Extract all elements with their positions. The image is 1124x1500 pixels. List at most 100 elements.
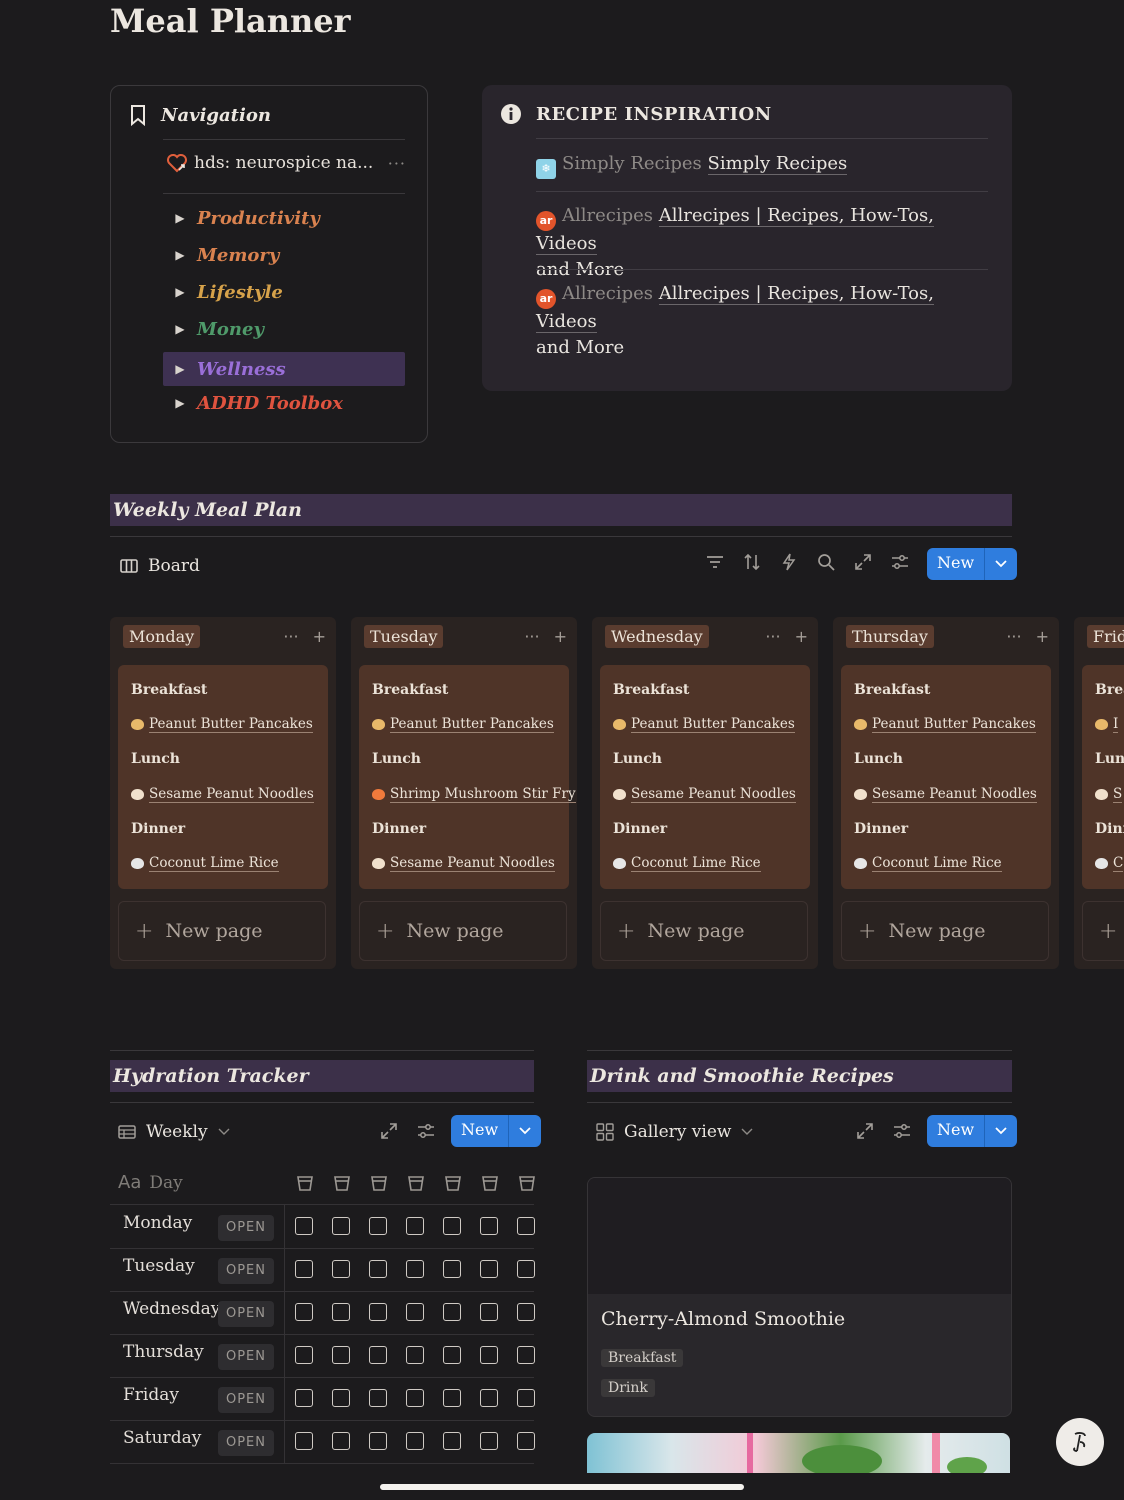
checkbox[interactable]: [406, 1389, 424, 1407]
bookmark-simply-recipes[interactable]: ❄ Simply Recipes Simply Recipes: [536, 151, 966, 179]
open-button[interactable]: OPEN: [218, 1387, 274, 1413]
nav-item-wellness[interactable]: ▶ Wellness: [163, 352, 405, 386]
checkbox[interactable]: [443, 1260, 461, 1278]
checkbox[interactable]: [369, 1303, 387, 1321]
expand-icon[interactable]: [380, 1122, 398, 1140]
checkbox[interactable]: [295, 1217, 313, 1235]
nav-item-memory[interactable]: ▶ Memory: [163, 238, 405, 272]
open-button[interactable]: OPEN: [218, 1430, 274, 1456]
more-options-icon[interactable]: ···: [388, 154, 406, 173]
checkbox[interactable]: [517, 1389, 535, 1407]
plus-icon[interactable]: +: [554, 627, 567, 646]
new-page-button[interactable]: + New page: [118, 901, 326, 961]
new-page-button[interactable]: + New page: [359, 901, 567, 961]
chevron-down-icon[interactable]: [984, 1115, 1017, 1147]
plus-icon[interactable]: +: [313, 627, 326, 646]
view-tab-board[interactable]: Board: [120, 556, 200, 576]
checkbox[interactable]: [480, 1432, 498, 1450]
more-options-icon[interactable]: ···: [524, 627, 539, 646]
checkbox[interactable]: [295, 1389, 313, 1407]
new-page-button[interactable]: + New page: [600, 901, 808, 961]
expand-icon[interactable]: [856, 1122, 874, 1140]
checkbox[interactable]: [332, 1217, 350, 1235]
checkbox[interactable]: [480, 1217, 498, 1235]
checkbox[interactable]: [369, 1389, 387, 1407]
checkbox[interactable]: [369, 1432, 387, 1450]
checkbox[interactable]: [332, 1346, 350, 1364]
checkbox[interactable]: [295, 1346, 313, 1364]
dish-link[interactable]: Sesame Peanut Noodles: [854, 786, 1037, 803]
dish-link[interactable]: Peanut Butter Pancakes: [131, 716, 313, 733]
dish-link[interactable]: Coconut Lime Rice: [854, 855, 1002, 872]
nav-item-productivity[interactable]: ▶ Productivity: [163, 201, 405, 235]
search-icon[interactable]: [817, 553, 835, 571]
dish-link[interactable]: Shrimp Mushroom Stir Fry: [372, 786, 576, 803]
dish-link[interactable]: Sesame Peanut Noodles: [131, 786, 314, 803]
triangle-right-icon[interactable]: ▶: [163, 248, 197, 262]
nav-item-lifestyle[interactable]: ▶ Lifestyle: [163, 275, 405, 309]
checkbox[interactable]: [443, 1389, 461, 1407]
more-options-icon[interactable]: ···: [765, 627, 780, 646]
filter-icon[interactable]: [706, 553, 724, 571]
checkbox[interactable]: [517, 1217, 535, 1235]
checkbox[interactable]: [517, 1260, 535, 1278]
table-row[interactable]: Monday OPEN: [110, 1205, 535, 1249]
new-button[interactable]: New: [451, 1115, 542, 1147]
meal-card[interactable]: Brea I Lun S Dinn C: [1082, 665, 1124, 889]
checkbox[interactable]: [369, 1217, 387, 1235]
open-button[interactable]: OPEN: [218, 1301, 274, 1327]
checkbox[interactable]: [443, 1346, 461, 1364]
checkbox[interactable]: [517, 1303, 535, 1321]
more-options-icon[interactable]: ···: [1006, 627, 1021, 646]
dish-link[interactable]: Peanut Butter Pancakes: [613, 716, 795, 733]
triangle-right-icon[interactable]: ▶: [163, 211, 197, 225]
checkbox[interactable]: [406, 1432, 424, 1450]
checkbox[interactable]: [443, 1217, 461, 1235]
checkbox[interactable]: [406, 1346, 424, 1364]
meal-card[interactable]: Breakfast Peanut Butter Pancakes Lunch S…: [118, 665, 328, 889]
day-column-header[interactable]: Aa Day: [118, 1172, 183, 1193]
checkbox[interactable]: [295, 1260, 313, 1278]
nav-item-adhd-toolbox[interactable]: ▶ ADHD Toolbox: [163, 386, 405, 420]
chevron-down-icon[interactable]: [218, 1128, 230, 1136]
chevron-down-icon[interactable]: [984, 548, 1017, 580]
more-options-icon[interactable]: ···: [283, 627, 298, 646]
open-button[interactable]: OPEN: [218, 1344, 274, 1370]
table-row[interactable]: Wednesday OPEN: [110, 1291, 535, 1335]
settings-sliders-icon[interactable]: [893, 1122, 911, 1140]
expand-icon[interactable]: [854, 553, 872, 571]
gallery-card[interactable]: Cherry-Almond Smoothie Breakfast Drink: [587, 1177, 1012, 1417]
dish-link[interactable]: I: [1095, 716, 1119, 733]
checkbox[interactable]: [443, 1303, 461, 1321]
dish-link[interactable]: Coconut Lime Rice: [131, 855, 279, 872]
checkbox[interactable]: [369, 1260, 387, 1278]
checkbox[interactable]: [406, 1260, 424, 1278]
checkbox[interactable]: [480, 1303, 498, 1321]
new-button[interactable]: New: [927, 548, 1018, 580]
checkbox[interactable]: [332, 1389, 350, 1407]
checkbox[interactable]: [480, 1260, 498, 1278]
triangle-right-icon[interactable]: ▶: [163, 362, 197, 376]
view-tab-weekly[interactable]: Weekly: [118, 1122, 230, 1142]
dish-link[interactable]: Peanut Butter Pancakes: [372, 716, 554, 733]
triangle-right-icon[interactable]: ▶: [163, 322, 197, 336]
open-button[interactable]: OPEN: [218, 1215, 274, 1241]
checkbox[interactable]: [295, 1432, 313, 1450]
table-row[interactable]: Saturday OPEN: [110, 1420, 535, 1464]
meal-card[interactable]: Breakfast Peanut Butter Pancakes Lunch S…: [841, 665, 1051, 889]
help-button[interactable]: [1056, 1418, 1104, 1466]
checkbox[interactable]: [517, 1432, 535, 1450]
meal-card[interactable]: Breakfast Peanut Butter Pancakes Lunch S…: [359, 665, 576, 889]
checkbox[interactable]: [480, 1389, 498, 1407]
view-tab-gallery[interactable]: Gallery view: [596, 1122, 753, 1142]
settings-sliders-icon[interactable]: [891, 553, 909, 571]
dish-link[interactable]: Peanut Butter Pancakes: [854, 716, 1036, 733]
gallery-card-image[interactable]: [587, 1433, 1010, 1473]
checkbox[interactable]: [295, 1303, 313, 1321]
plus-icon[interactable]: +: [1036, 627, 1049, 646]
checkbox[interactable]: [443, 1432, 461, 1450]
checkbox[interactable]: [480, 1346, 498, 1364]
triangle-right-icon[interactable]: ▶: [163, 396, 197, 410]
plus-icon[interactable]: +: [795, 627, 808, 646]
table-row[interactable]: Friday OPEN: [110, 1377, 535, 1421]
